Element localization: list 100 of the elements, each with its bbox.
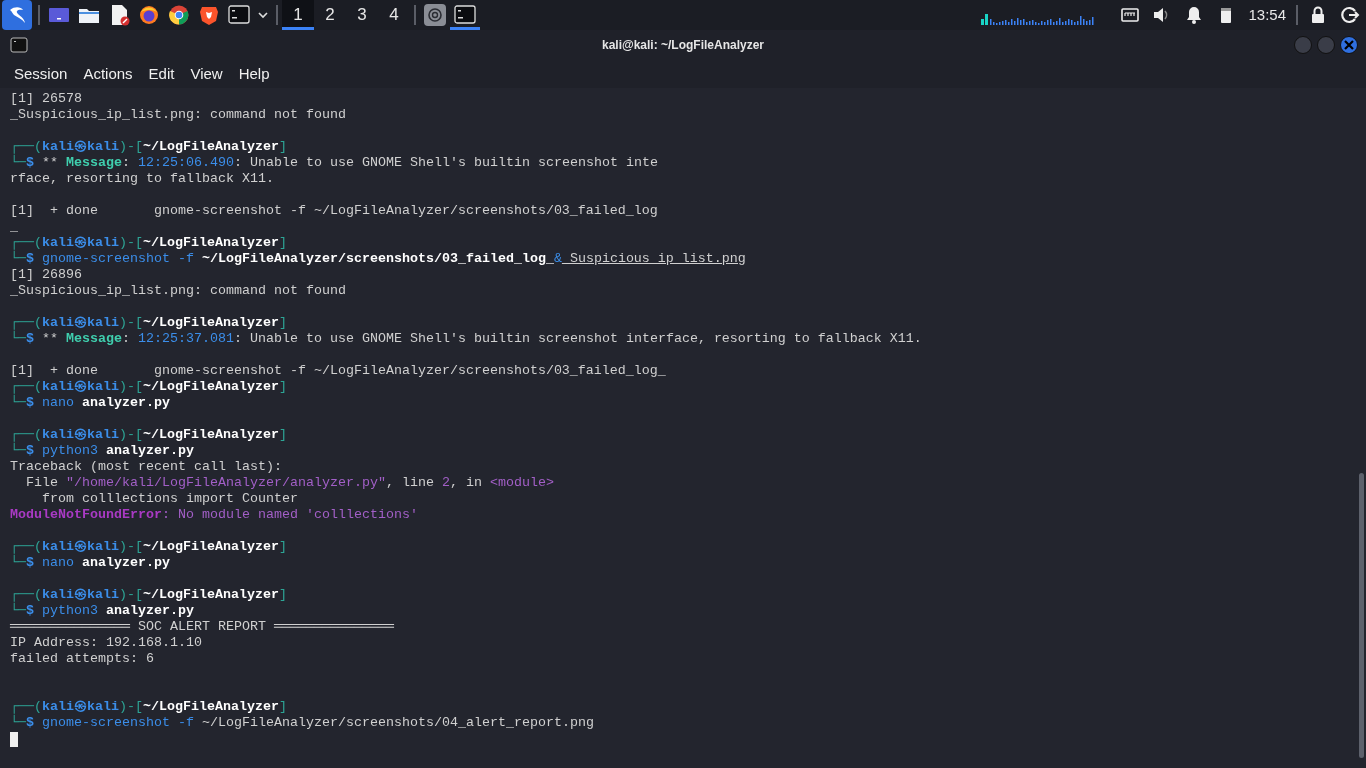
terminal-text: ]: [279, 587, 287, 603]
scrollbar-thumb[interactable]: [1359, 473, 1364, 758]
close-button[interactable]: [1340, 36, 1358, 54]
terminal-text: 12:25:06.490: [138, 155, 234, 171]
terminal-text: kali㉿kali: [42, 139, 119, 155]
terminal-text: └─: [10, 155, 26, 171]
terminal-text: ┌──(: [10, 315, 42, 331]
terminal-text: gnome-screenshot -f: [41, 251, 194, 267]
terminal-text: ~/LogFileAnalyzer: [143, 539, 279, 555]
terminal-text: ┌──(: [10, 139, 42, 155]
terminal-text: : Unable to use GNOME Shell's builtin screenshot interface, resorting to fallback X11.: [234, 331, 922, 347]
terminal-text: python3: [41, 603, 98, 619]
terminal-text: )-[: [119, 139, 143, 155]
terminal-text: analyzer.py: [105, 443, 194, 459]
menu-button[interactable]: [2, 0, 32, 30]
terminal-text: ]: [279, 235, 287, 251]
terminal-text: ┌──(: [10, 539, 42, 555]
terminal-text: $: [26, 443, 34, 459]
terminal-text: _Suspicious_ip_list.png: command not found: [10, 283, 346, 299]
terminal-text: , in: [449, 475, 483, 491]
menu-item[interactable]: View: [182, 60, 231, 88]
terminal-text: └─: [10, 443, 26, 459]
terminal-text: $: [26, 555, 34, 571]
terminal-text: ┌──(: [10, 587, 42, 603]
menu-item[interactable]: Edit: [140, 60, 183, 88]
terminal-text: ]: [279, 699, 287, 715]
text-cursor: [10, 731, 18, 747]
terminal-text: :: [122, 155, 131, 171]
clock: 13:54: [1247, 4, 1287, 25]
terminal-text: :: [122, 331, 131, 347]
terminal-text: IP Address: 192.168.1.10: [10, 635, 202, 651]
terminal-text: nano: [41, 555, 74, 571]
terminal-text: ]: [279, 315, 287, 331]
terminal-text: $: [26, 251, 34, 267]
terminal-text: rface, resorting to fallback X11.: [10, 171, 274, 187]
terminal-text: ~/LogFileAnalyzer: [143, 139, 279, 155]
terminal-text: ┌──(: [10, 699, 42, 715]
terminal-text: kali㉿kali: [42, 379, 119, 395]
terminal-text: ~/LogFileAnalyzer: [143, 699, 279, 715]
terminal-text: ]: [279, 427, 287, 443]
workspace-tab[interactable]: 2: [314, 0, 346, 30]
terminal-text: analyzer.py: [81, 555, 170, 571]
terminal-icon: [10, 37, 28, 53]
close-icon: [1344, 40, 1354, 50]
terminal-text: ┌──(: [10, 427, 42, 443]
terminal-text: : Unable to use GNOME Shell's builtin screenshot inte: [234, 155, 658, 171]
workspace-tab[interactable]: 4: [378, 0, 410, 30]
terminal-text: kali㉿kali: [42, 315, 119, 331]
terminal-text: <module>: [489, 475, 554, 491]
terminal-text: )-[: [119, 235, 143, 251]
terminal-text: [1] + done gnome-screenshot -f ~/LogFileAnalyzer/screenshots/03_failed_log_: [10, 363, 666, 379]
terminal-text: )-[: [119, 427, 143, 443]
terminal-text: analyzer.py: [105, 603, 194, 619]
window-title: kali@kali: ~/LogFileAnalyzer: [601, 38, 765, 52]
terminal-text: : No module named 'colllections': [161, 507, 418, 523]
workspace-tab[interactable]: 3: [346, 0, 378, 30]
terminal-text: )-[: [119, 315, 143, 331]
terminal-text: **: [41, 155, 59, 171]
terminal-text: Message: [66, 155, 122, 171]
terminal-text: $: [26, 155, 34, 171]
terminal-text: )-[: [119, 587, 143, 603]
terminal-text: [1] 26578: [10, 91, 82, 107]
terminal-text: **: [41, 331, 59, 347]
terminal-text: 2: [441, 475, 450, 491]
menu-item[interactable]: Session: [6, 60, 76, 88]
terminal-text: ~/LogFileAnalyzer: [143, 379, 279, 395]
menu-item[interactable]: Help: [230, 60, 278, 88]
menu-item[interactable]: Actions: [75, 60, 141, 88]
terminal-text: "/home/kali/LogFileAnalyzer/analyzer.py": [66, 475, 386, 491]
terminal-text: ~/LogFileAnalyzer: [143, 315, 279, 331]
terminal-text: $: [26, 715, 34, 731]
terminal-text: kali㉿kali: [42, 587, 119, 603]
terminal-text: ~/LogFileAnalyzer: [143, 587, 279, 603]
terminal-text: _: [10, 219, 18, 235]
terminal-text: &: [553, 251, 562, 267]
globe-icon: [138, 4, 160, 26]
terminal-text: _Suspicious_ip_list.png: command not found: [10, 107, 346, 123]
workspace-tab[interactable]: 1: [282, 0, 314, 30]
terminal-text: └─: [10, 555, 26, 571]
terminal-icon: [228, 4, 250, 26]
terminal-text: gnome-screenshot -f: [41, 715, 194, 731]
terminal-icon: [454, 4, 476, 26]
terminal-text: kali㉿kali: [42, 699, 119, 715]
terminal-text: ]: [279, 379, 287, 395]
terminal-text: ModuleNotFoundError: [10, 507, 162, 523]
terminal-text: 12:25:37.081: [138, 331, 234, 347]
terminal-text: ┌──(: [10, 379, 42, 395]
terminal-text: [1] 26896: [10, 267, 82, 283]
terminal-text: )-[: [119, 699, 143, 715]
chevron-icon: [258, 11, 268, 19]
terminal-text: python3: [41, 443, 98, 459]
terminal-text: └─: [10, 395, 26, 411]
terminal-text: ┌──(: [10, 235, 42, 251]
logout-icon[interactable]: [1340, 5, 1360, 25]
terminal-text: _Suspicious_ip_list.png: [561, 251, 746, 267]
network-icon[interactable]: [1120, 5, 1141, 25]
terminal-text: File: [25, 475, 59, 491]
terminal-text: [1] + done gnome-screenshot -f ~/LogFileAnalyzer/screenshots/03_failed_log: [10, 203, 658, 219]
terminal-text: $: [26, 331, 34, 347]
terminal-text: ]: [279, 139, 287, 155]
